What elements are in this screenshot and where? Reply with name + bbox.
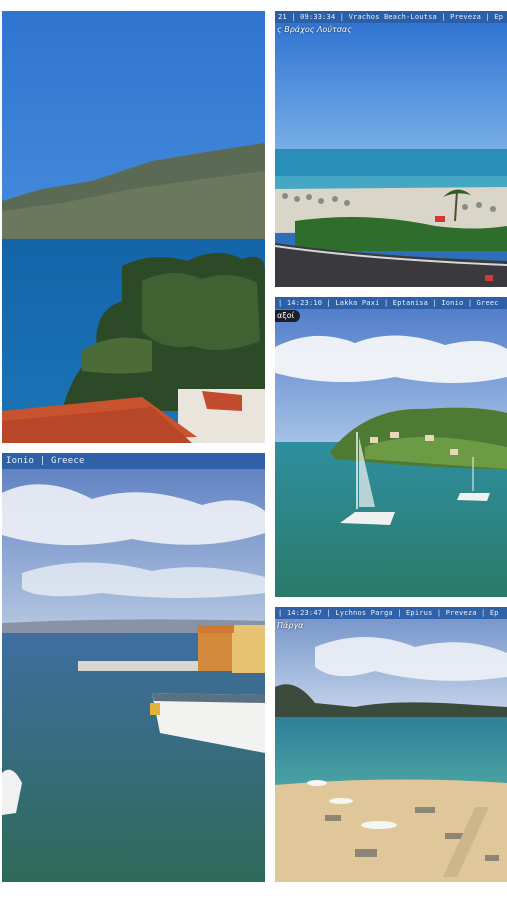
webcam-image (2, 453, 265, 882)
webcam-image (2, 11, 265, 443)
webcam-tile-2[interactable]: 21 | 09:33:34 | Vrachos Beach-Loutsa | P… (275, 11, 507, 287)
webcam-location-caption: αξοί (275, 310, 301, 322)
webcam-image (275, 11, 507, 287)
webcam-info-bar: Ionio | Greece (2, 453, 265, 469)
webcam-tile-1[interactable] (2, 11, 265, 443)
webcam-tile-5[interactable]: | 14:23:47 | Lychnos Parga | Epirus | Pr… (275, 607, 507, 882)
webcam-image (275, 607, 507, 882)
webcam-image (275, 297, 507, 597)
webcam-info-bar: | 14:23:10 | Lakka Paxi | Eptanisa | Ion… (275, 297, 507, 309)
webcam-location-caption: Πάργα (277, 621, 304, 630)
webcam-info-bar: | 14:23:47 | Lychnos Parga | Epirus | Pr… (275, 607, 507, 619)
webcam-tile-3[interactable]: | 14:23:10 | Lakka Paxi | Eptanisa | Ion… (275, 297, 507, 597)
webcam-info-bar: 21 | 09:33:34 | Vrachos Beach-Loutsa | P… (275, 11, 507, 23)
webcam-location-caption: ς Βράχος Λούτσας (277, 25, 352, 34)
webcam-tile-4[interactable]: Ionio | Greece (2, 453, 265, 882)
